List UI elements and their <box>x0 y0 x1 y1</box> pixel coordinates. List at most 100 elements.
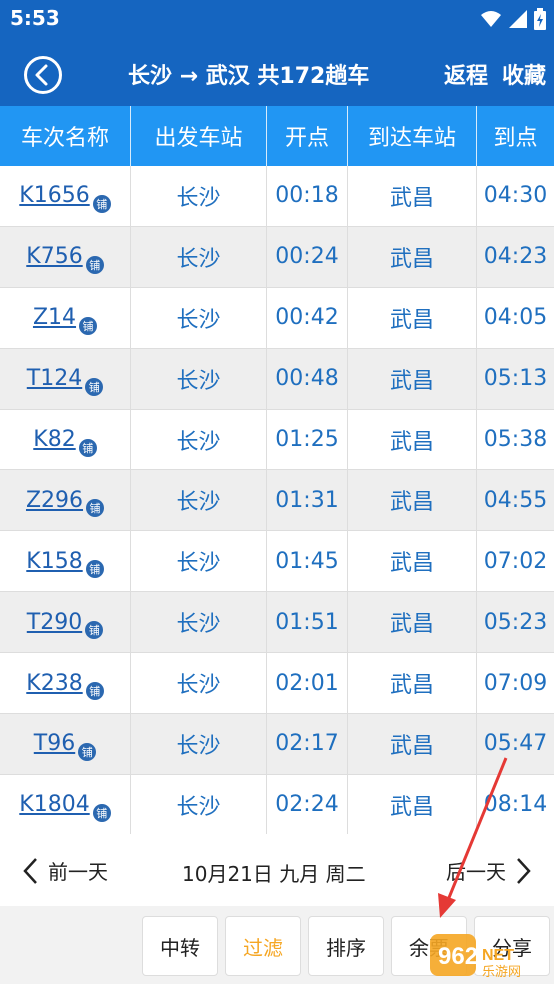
cell-train: K1804 铺 <box>0 774 131 835</box>
header-arrive[interactable]: 到点 <box>477 106 554 166</box>
train-number-link[interactable]: K238 <box>26 671 82 696</box>
prev-day-label: 前一天 <box>48 860 108 884</box>
cell-from: 长沙 <box>131 287 267 348</box>
cell-to: 武昌 <box>348 166 477 226</box>
table-row[interactable]: T96 铺长沙 02:17 武昌 05:47 <box>0 714 554 775</box>
header-to[interactable]: 到达车站 <box>348 106 477 166</box>
sleeper-badge: 铺 <box>79 316 98 335</box>
train-number-link[interactable]: K158 <box>26 549 82 574</box>
svg-text:NET: NET <box>482 947 514 964</box>
transfer-button[interactable]: 中转 <box>142 916 218 976</box>
battery-icon <box>534 8 546 30</box>
train-number-link[interactable]: T124 <box>27 366 82 391</box>
cell-arrive: 07:09 <box>483 670 548 696</box>
cell-depart: 01:31 <box>267 470 348 531</box>
cell-from: 长沙 <box>131 348 267 409</box>
wifi-icon <box>481 11 501 27</box>
cell-to: 武昌 <box>348 287 477 348</box>
table-row[interactable]: Z296 铺长沙 01:31 武昌 04:55 <box>0 470 554 532</box>
train-number-link[interactable]: K1656 <box>19 183 89 208</box>
status-bar: 5:53 <box>0 0 554 38</box>
table-row[interactable]: T290 铺长沙 01:51 武昌 05:23 <box>0 592 554 654</box>
cell-train: T290 铺 <box>0 592 131 653</box>
cell-arrive: 04:23 <box>483 244 548 270</box>
cell-to: 武昌 <box>348 531 477 592</box>
cell-arrive: 05:47 <box>483 731 548 757</box>
table-row[interactable]: K158 铺长沙 01:45 武昌 07:02 <box>0 531 554 593</box>
table-row[interactable]: Z14 铺长沙 00:42 武昌 04:05 <box>0 287 554 349</box>
cell-depart: 02:24 <box>267 774 348 835</box>
prev-day-button[interactable]: 前一天 <box>22 856 108 885</box>
table-row[interactable]: K82 铺长沙 01:25 武昌 05:38 <box>0 409 554 471</box>
sleeper-badge: 铺 <box>92 194 111 213</box>
cell-from: 长沙 <box>131 774 267 835</box>
signal-icon <box>509 10 527 28</box>
back-button[interactable] <box>24 56 62 94</box>
cell-depart: 02:01 <box>267 653 348 714</box>
cell-from: 长沙 <box>131 409 267 470</box>
chevron-left-icon <box>23 857 37 884</box>
cell-arrive: 04:55 <box>483 487 548 513</box>
train-table: 车次名称 出发车站 开点 到达车站 到点 K1656 铺长沙 00:18 武昌 04:3… <box>0 106 554 836</box>
train-number-link[interactable]: K756 <box>26 244 82 269</box>
cell-arrive: 04:05 <box>483 305 548 331</box>
cell-train: Z296 铺 <box>0 470 131 531</box>
cell-to: 武昌 <box>348 348 477 409</box>
header-train[interactable]: 车次名称 <box>0 106 131 166</box>
table-header: 车次名称 出发车站 开点 到达车站 到点 <box>0 106 554 166</box>
cell-to: 武昌 <box>348 226 477 287</box>
return-trip-button[interactable]: 返程 <box>444 58 488 90</box>
cell-depart: 02:17 <box>267 714 348 774</box>
table-body: K1656 铺长沙 00:18 武昌 04:30 K756 铺长沙 00:24 武昌 04:23 Z… <box>0 166 554 836</box>
cell-depart: 01:45 <box>267 531 348 592</box>
cell-train: K756 铺 <box>0 226 131 287</box>
train-number-link[interactable]: Z14 <box>33 305 76 330</box>
header-depart[interactable]: 开点 <box>267 106 348 166</box>
cell-to: 武昌 <box>348 592 477 653</box>
cell-depart: 00:18 <box>267 166 348 226</box>
watermark-logo: 962 NET 乐游网 <box>430 930 550 980</box>
train-number-link[interactable]: T290 <box>27 610 82 635</box>
table-row[interactable]: K1656 铺长沙 00:18 武昌 04:30 <box>0 166 554 227</box>
table-row[interactable]: T124 铺长沙 00:48 武昌 05:13 <box>0 348 554 410</box>
chevron-left-circle-icon <box>35 64 48 86</box>
cell-from: 长沙 <box>131 653 267 714</box>
status-icons <box>480 8 546 30</box>
cell-train: Z14 铺 <box>0 287 131 348</box>
sleeper-badge: 铺 <box>85 682 104 701</box>
cell-train: K158 铺 <box>0 531 131 592</box>
sleeper-badge: 铺 <box>85 621 104 640</box>
sleeper-badge: 铺 <box>85 560 104 579</box>
sort-button[interactable]: 排序 <box>308 916 384 976</box>
train-number-link[interactable]: T96 <box>34 731 75 756</box>
header-from[interactable]: 出发车站 <box>131 106 267 166</box>
svg-text:962: 962 <box>438 943 478 970</box>
cell-to: 武昌 <box>348 774 477 835</box>
cell-depart: 00:48 <box>267 348 348 409</box>
cell-from: 长沙 <box>131 166 267 226</box>
svg-text:乐游网: 乐游网 <box>482 965 521 980</box>
cell-from: 长沙 <box>131 470 267 531</box>
next-day-button[interactable]: 后一天 <box>446 856 532 885</box>
next-day-label: 后一天 <box>446 860 506 884</box>
sleeper-badge: 铺 <box>78 742 97 761</box>
cell-depart: 01:25 <box>267 409 348 470</box>
filter-button[interactable]: 过滤 <box>225 916 301 976</box>
favorite-button[interactable]: 收藏 <box>502 58 546 90</box>
train-number-link[interactable]: K1804 <box>19 792 89 817</box>
table-row[interactable]: K1804 铺长沙 02:24 武昌 08:14 <box>0 774 554 836</box>
cell-train: K238 铺 <box>0 653 131 714</box>
train-number-link[interactable]: Z296 <box>26 488 83 513</box>
cell-arrive: 08:14 <box>483 792 548 818</box>
table-row[interactable]: K756 铺长沙 00:24 武昌 04:23 <box>0 226 554 288</box>
cell-depart: 00:24 <box>267 226 348 287</box>
cell-to: 武昌 <box>348 653 477 714</box>
train-number-link[interactable]: K82 <box>33 427 75 452</box>
current-date[interactable]: 10月21日 九月 周二 <box>182 858 366 887</box>
sleeper-badge: 铺 <box>85 377 104 396</box>
sleeper-badge: 铺 <box>92 803 111 822</box>
cell-to: 武昌 <box>348 470 477 531</box>
table-row[interactable]: K238 铺长沙 02:01 武昌 07:09 <box>0 653 554 715</box>
sleeper-badge: 铺 <box>86 499 105 518</box>
cell-to: 武昌 <box>348 409 477 470</box>
